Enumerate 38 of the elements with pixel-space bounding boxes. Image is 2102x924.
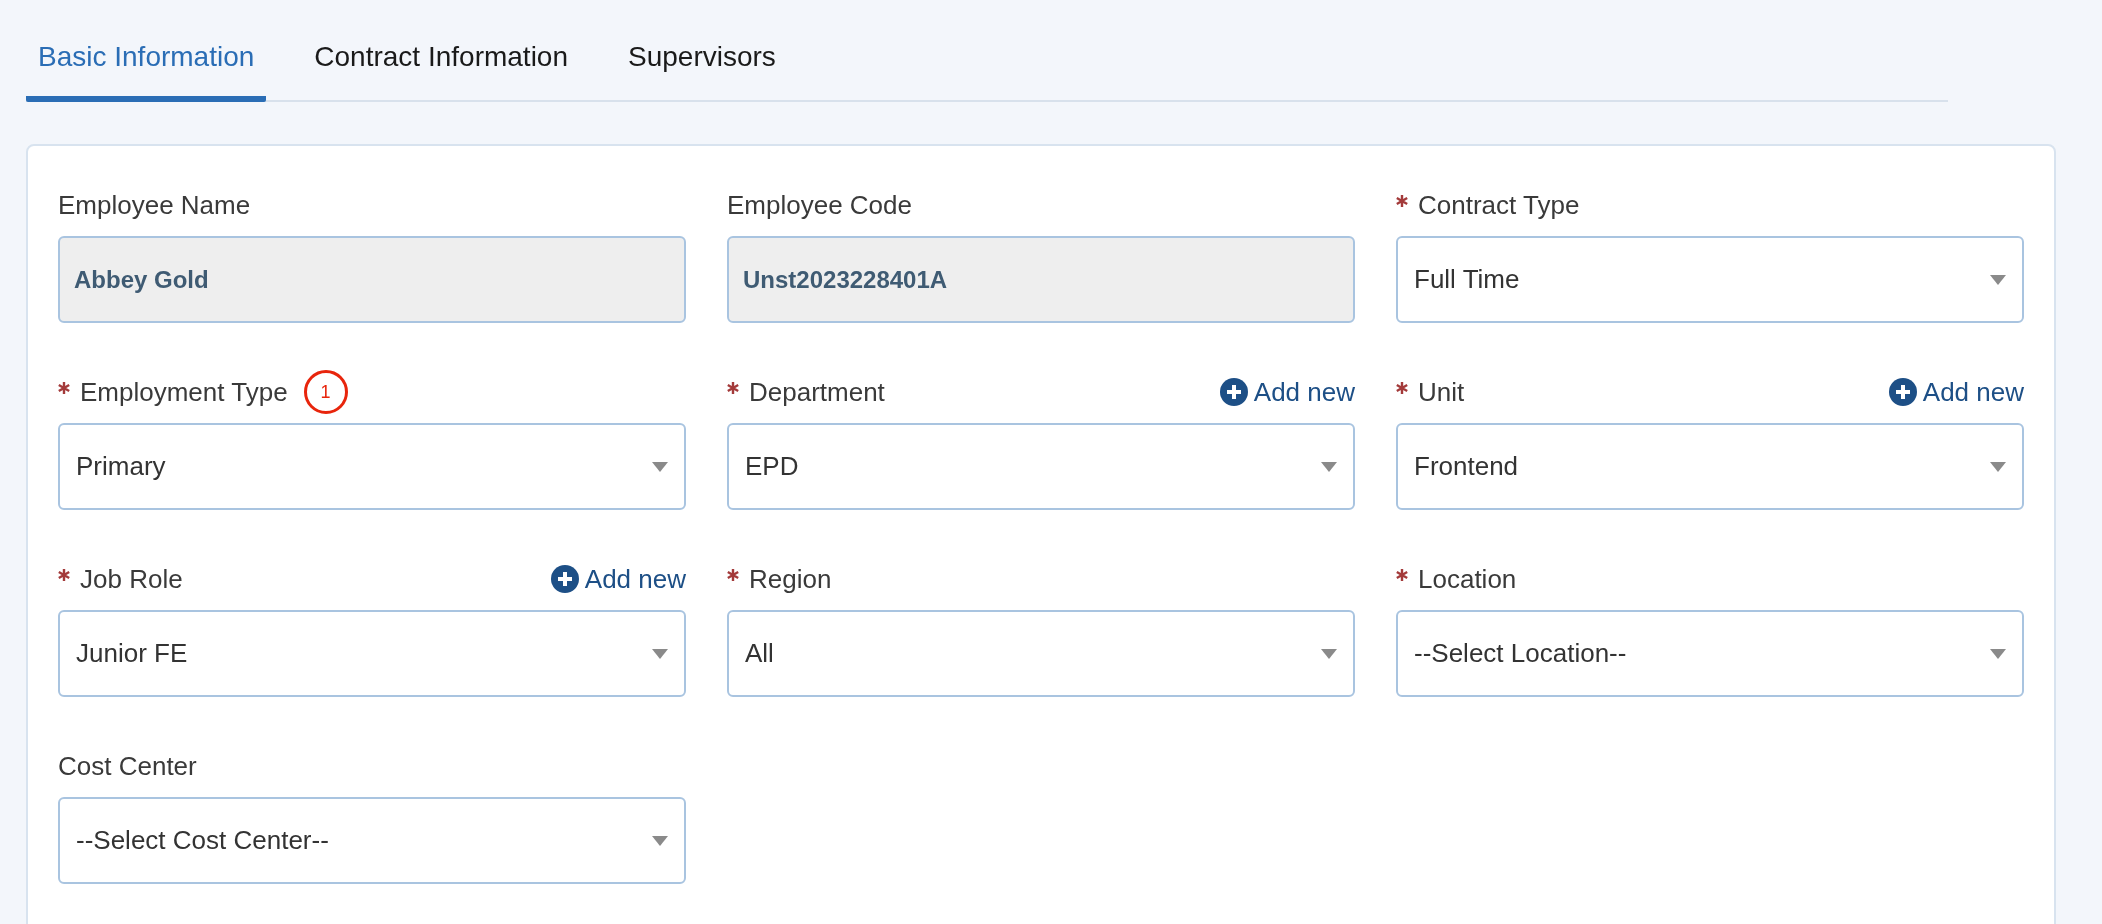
plus-circle-icon: [550, 565, 579, 593]
add-new-link[interactable]: Add new: [550, 559, 686, 599]
field-label: Cost Center: [58, 749, 197, 783]
tab[interactable]: Contract Information: [302, 36, 580, 102]
select-dropdown[interactable]: Junior FE: [58, 610, 686, 697]
select-dropdown[interactable]: Frontend: [1396, 423, 2024, 510]
field-label: Region: [749, 562, 832, 596]
field-label: Department: [749, 375, 885, 409]
readonly-field: Abbey Gold: [58, 236, 686, 323]
field-label: Job Role: [80, 562, 183, 596]
plus-circle-icon: [1888, 378, 1917, 406]
field-label: Unit: [1418, 375, 1465, 409]
field-label: Employee Name: [58, 188, 251, 222]
tab[interactable]: Basic Information: [26, 36, 267, 102]
caret-icon: [1990, 461, 2006, 472]
select-dropdown[interactable]: Full Time: [1396, 236, 2024, 323]
select-dropdown[interactable]: EPD: [727, 423, 1355, 510]
field-label: Employment Type: [80, 375, 288, 409]
field-label: Employee Code: [727, 188, 912, 222]
select-dropdown[interactable]: Primary: [58, 423, 686, 510]
caret-icon: [1321, 648, 1337, 659]
field-label: Contract Type: [1418, 188, 1580, 222]
select-dropdown[interactable]: --Select Cost Center--: [58, 797, 686, 884]
plus-circle-icon: [1219, 378, 1248, 406]
caret-icon: [1990, 274, 2006, 285]
select-dropdown[interactable]: --Select Location--: [1396, 610, 2024, 697]
caret-icon: [652, 835, 668, 846]
caret-icon: [1321, 461, 1337, 472]
caret-icon: [652, 648, 668, 659]
readonly-field: Unst2023228401A: [727, 236, 1355, 323]
add-new-link[interactable]: Add new: [1219, 372, 1355, 412]
add-new-link[interactable]: Add new: [1888, 372, 2024, 412]
tab[interactable]: Supervisors: [616, 36, 788, 102]
field-label: Location: [1418, 562, 1517, 596]
annotation-marker: 1: [303, 370, 348, 414]
select-dropdown[interactable]: All: [727, 610, 1355, 697]
caret-icon: [1990, 648, 2006, 659]
caret-icon: [652, 461, 668, 472]
